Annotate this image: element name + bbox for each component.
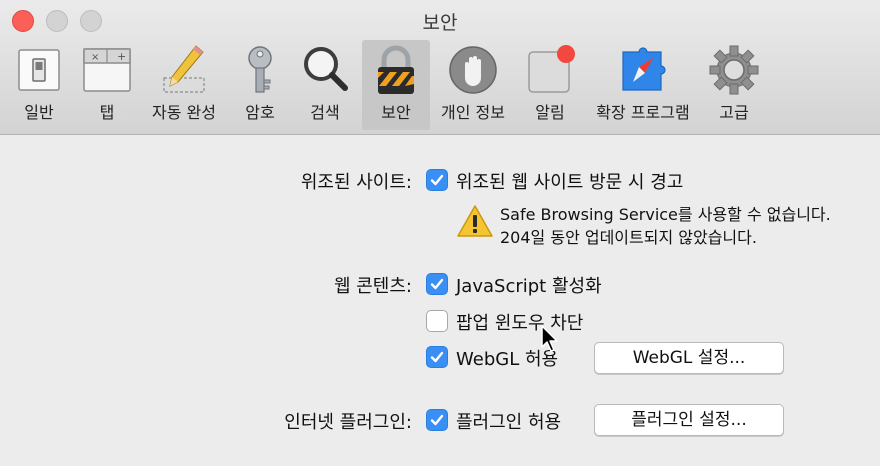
popup-block-checkbox[interactable] bbox=[426, 310, 448, 332]
svg-text:+: + bbox=[117, 50, 126, 63]
tab-extensions[interactable]: 확장 프로그램 bbox=[588, 40, 698, 130]
fraud-section-label: 위조된 사이트: bbox=[300, 172, 412, 193]
tab-passwords-label: 암호 bbox=[245, 103, 275, 122]
tab-extensions-label: 확장 프로그램 bbox=[596, 103, 690, 122]
popup-block-label: 팝업 윈도우 차단 bbox=[456, 313, 584, 334]
checkmark-icon bbox=[430, 414, 444, 426]
mouse-cursor-icon bbox=[541, 325, 558, 352]
tab-tabs[interactable]: × + 탭 bbox=[76, 40, 138, 130]
plugins-allow-checkbox[interactable] bbox=[426, 409, 448, 431]
safari-preferences-window: 보안 일반 × + 탭 자동 완성 암호 검색 보안 개인 정보 알림 확장 프… bbox=[0, 0, 880, 466]
notification-badge-icon bbox=[528, 45, 575, 93]
tab-advanced[interactable]: 고급 bbox=[702, 40, 766, 130]
tab-privacy-label: 개인 정보 bbox=[441, 103, 505, 122]
gear-icon bbox=[709, 45, 759, 95]
svg-text:×: × bbox=[91, 52, 99, 63]
plugins-section-label: 인터넷 플러그인: bbox=[284, 412, 412, 433]
window-title: 보안 bbox=[422, 12, 458, 34]
tab-general-label: 일반 bbox=[24, 103, 54, 122]
checkmark-icon bbox=[430, 174, 444, 186]
key-icon bbox=[248, 46, 272, 93]
tab-passwords[interactable]: 암호 bbox=[229, 40, 291, 130]
tab-security-label: 보안 bbox=[381, 103, 411, 122]
tab-search-label: 검색 bbox=[310, 103, 340, 122]
javascript-checkbox[interactable] bbox=[426, 273, 448, 295]
tab-privacy[interactable]: 개인 정보 bbox=[434, 40, 512, 130]
safe-browsing-warning-line1: Safe Browsing Service를 사용할 수 없습니다. bbox=[500, 205, 831, 224]
tab-notifications-label: 알림 bbox=[535, 103, 565, 122]
fraud-warning-checkbox[interactable] bbox=[426, 169, 448, 191]
tab-security[interactable]: 보안 bbox=[362, 40, 430, 130]
toolbar: 보안 일반 × + 탭 자동 완성 암호 검색 보안 개인 정보 알림 확장 프… bbox=[0, 0, 880, 135]
warning-icon bbox=[457, 205, 493, 237]
compass-icon bbox=[622, 47, 666, 91]
tab-autofill[interactable]: 자동 완성 bbox=[143, 40, 225, 130]
tabs-icon: × + bbox=[83, 48, 131, 92]
webgl-checkbox[interactable] bbox=[426, 346, 448, 368]
plugins-settings-button[interactable]: 플러그인 설정... bbox=[594, 404, 784, 436]
fraud-warning-label: 위조된 웹 사이트 방문 시 경고 bbox=[456, 172, 684, 193]
pencil-icon bbox=[163, 45, 205, 93]
webgl-settings-button[interactable]: WebGL 설정... bbox=[594, 342, 784, 374]
general-switch-icon bbox=[18, 49, 60, 91]
tab-autofill-label: 자동 완성 bbox=[152, 103, 216, 122]
safe-browsing-warning-line2: 204일 동안 업데이트되지 않았습니다. bbox=[500, 228, 757, 247]
checkmark-icon bbox=[430, 351, 444, 363]
magnifier-icon bbox=[304, 47, 348, 91]
checkmark-icon bbox=[430, 278, 444, 290]
lock-icon bbox=[378, 45, 414, 94]
tab-search[interactable]: 검색 bbox=[294, 40, 356, 130]
javascript-label: JavaScript 활성화 bbox=[456, 276, 602, 297]
plugins-allow-label: 플러그인 허용 bbox=[456, 412, 562, 433]
tab-tabs-label: 탭 bbox=[99, 103, 115, 122]
tab-advanced-label: 고급 bbox=[719, 103, 749, 122]
tab-notifications[interactable]: 알림 bbox=[518, 40, 582, 130]
hand-icon bbox=[449, 46, 497, 94]
web-content-section-label: 웹 콘텐츠: bbox=[333, 276, 412, 297]
tab-general[interactable]: 일반 bbox=[8, 40, 70, 130]
